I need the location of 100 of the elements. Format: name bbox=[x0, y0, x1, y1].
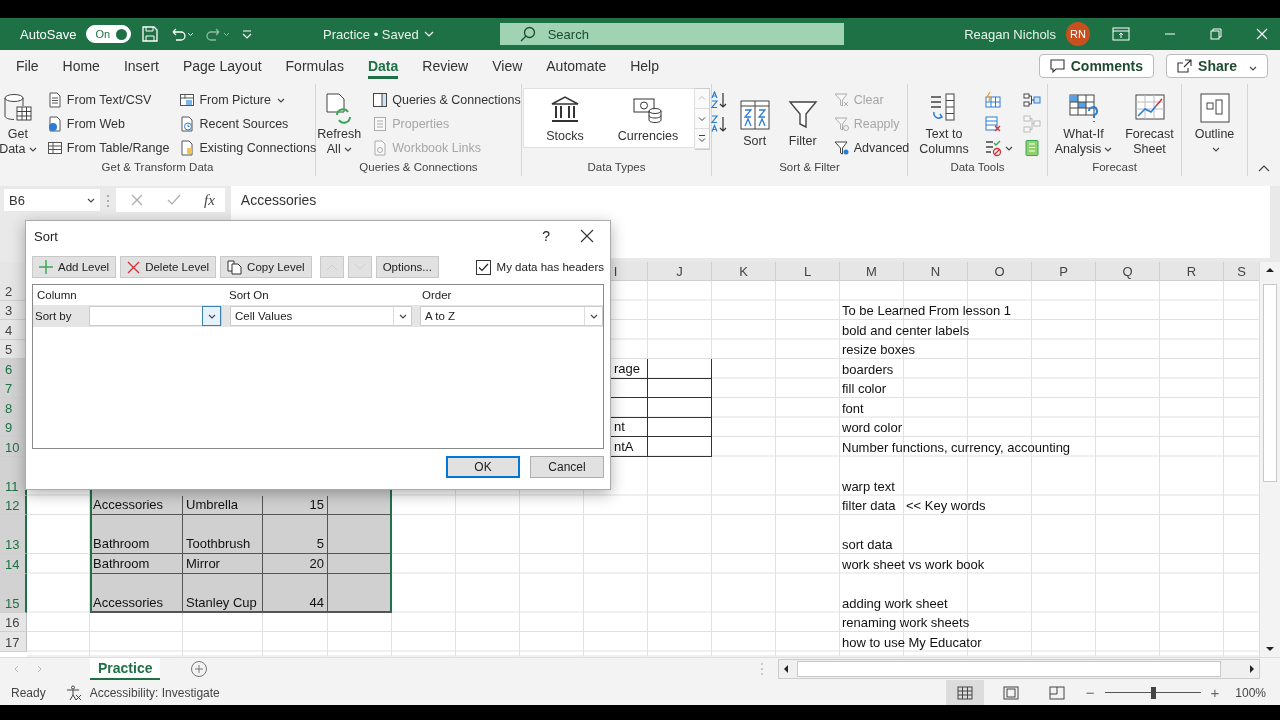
cell-text: work sheet vs work book bbox=[841, 555, 986, 574]
ribbon-button[interactable]: What-If Analysis bbox=[1050, 88, 1117, 160]
table-cell: Stanley Cup bbox=[183, 573, 263, 613]
group-label: Data Types bbox=[587, 161, 646, 175]
row-header[interactable]: 2 bbox=[0, 281, 27, 301]
row-header[interactable]: 10 bbox=[0, 437, 27, 457]
cell-text: Number functions, currency, accounting bbox=[841, 438, 1072, 457]
accessibility-status[interactable]: Accessibility: Investigate bbox=[89, 685, 220, 700]
ribbon-button[interactable]: Outline bbox=[1188, 88, 1241, 160]
row-header[interactable]: 6 bbox=[0, 359, 27, 379]
ribbon-button[interactable]: Sort bbox=[734, 88, 775, 160]
share-button[interactable]: Share bbox=[1166, 54, 1268, 78]
group-label: Sort & Filter bbox=[779, 161, 840, 175]
ribbon-button[interactable]: Stocks bbox=[530, 90, 600, 146]
column-header[interactable]: P bbox=[1032, 262, 1096, 281]
group-label: Forecast bbox=[1092, 161, 1137, 175]
cell-text: fill color bbox=[841, 380, 888, 398]
ribbon-tab[interactable]: Automate bbox=[534, 52, 619, 80]
cell-text: << Key words bbox=[905, 497, 987, 515]
ribbon-button[interactable]: Queries & Connections bbox=[369, 88, 524, 112]
group-label: Queries & Connections bbox=[359, 161, 478, 175]
search-field[interactable]: Search bbox=[499, 23, 844, 45]
ribbon-button[interactable]: Filter bbox=[778, 88, 827, 160]
zoom-out-button[interactable]: − bbox=[1083, 684, 1097, 701]
ribbon-button[interactable]: Currencies bbox=[608, 90, 688, 146]
ribbon-tab[interactable]: Home bbox=[50, 52, 112, 80]
column-header[interactable]: S bbox=[1224, 262, 1259, 281]
column-header[interactable]: R bbox=[1160, 262, 1224, 281]
cell-text: warp text bbox=[841, 477, 896, 496]
table-cell: Mirror bbox=[183, 554, 263, 574]
table-cell: Accessories bbox=[90, 573, 183, 613]
zoom-level[interactable]: 100% bbox=[1229, 685, 1280, 700]
row-header[interactable]: 17 bbox=[0, 632, 27, 652]
zoom-in-button[interactable]: + bbox=[1208, 684, 1222, 701]
dialog-title: Sort bbox=[34, 228, 58, 244]
cell-text: boarders bbox=[841, 360, 895, 379]
ribbon-button[interactable]: Get Data bbox=[0, 88, 40, 160]
table-cell: Umbrella bbox=[183, 495, 263, 515]
ribbon-button[interactable]: Text to Columns bbox=[911, 88, 977, 160]
column-header[interactable]: N bbox=[904, 262, 968, 281]
ribbon-tab[interactable]: Help bbox=[618, 52, 671, 80]
sort-on-dropdown[interactable]: Cell Values bbox=[230, 306, 412, 326]
user-name[interactable]: Reagan Nichols bbox=[964, 26, 1056, 42]
column-header[interactable]: L bbox=[776, 262, 840, 281]
ribbon-button[interactable]: Advanced bbox=[830, 136, 913, 160]
order-dropdown[interactable]: A to Z bbox=[420, 306, 603, 326]
table-cell: 15 bbox=[263, 495, 328, 515]
ribbon-button[interactable]: From Picture bbox=[176, 88, 320, 112]
group-label: Data Tools bbox=[950, 161, 1005, 175]
ok-button[interactable]: OK bbox=[446, 456, 520, 478]
row-header[interactable]: 15 bbox=[0, 573, 27, 613]
cancel-button[interactable]: Cancel bbox=[530, 456, 604, 478]
cell-text: how to use My Educator bbox=[841, 633, 983, 652]
sheet-tab[interactable]: Practice bbox=[90, 658, 161, 680]
table-cell: 5 bbox=[263, 515, 328, 554]
sort-level-row[interactable]: Sort by Cell Values A to Z bbox=[33, 305, 603, 327]
ribbon-tab[interactable]: Insert bbox=[111, 52, 171, 80]
row-header[interactable]: 4 bbox=[0, 320, 27, 340]
cell-text: To be Learned From lesson 1 bbox=[841, 302, 1013, 320]
dialog-button[interactable]: Delete Level bbox=[120, 256, 217, 278]
name-box[interactable]: B6 bbox=[4, 189, 100, 211]
ribbon-tab[interactable]: View bbox=[480, 52, 535, 80]
autosave-toggle[interactable]: On bbox=[86, 25, 132, 43]
cell-text: font bbox=[841, 399, 865, 418]
ribbon-tab[interactable]: Formulas bbox=[273, 52, 356, 80]
column-header[interactable]: M bbox=[840, 262, 904, 281]
comments-button[interactable]: Comments bbox=[1038, 54, 1155, 78]
column-header[interactable]: K bbox=[712, 262, 776, 281]
dialog-button[interactable]: Copy Level bbox=[220, 256, 312, 278]
column-heading: Order bbox=[422, 289, 452, 301]
column-header[interactable]: J bbox=[648, 262, 712, 281]
ribbon-button[interactable]: From Table/Range bbox=[43, 136, 173, 160]
cell-text: sort data bbox=[841, 536, 894, 554]
ribbon-button[interactable]: From Web bbox=[43, 112, 173, 136]
table-cell: Bathroom bbox=[90, 515, 183, 554]
ribbon-button[interactable]: Forecast Sheet bbox=[1120, 88, 1179, 160]
dialog-button[interactable]: Add Level bbox=[32, 256, 117, 278]
ribbon-tab[interactable]: Data bbox=[355, 52, 411, 80]
document-title[interactable]: Practice • Saved bbox=[323, 26, 434, 42]
insert-function-button[interactable]: fx bbox=[204, 191, 215, 209]
cell-text: adding work sheet bbox=[841, 594, 949, 613]
column-header[interactable]: Q bbox=[1096, 262, 1160, 281]
help-button[interactable]: ? bbox=[542, 228, 550, 244]
column-header[interactable]: O bbox=[968, 262, 1032, 281]
row-header[interactable]: 14 bbox=[0, 554, 27, 574]
avatar[interactable]: RN bbox=[1066, 22, 1090, 46]
level-label: Sort by bbox=[35, 310, 73, 322]
ribbon-tab[interactable]: Review bbox=[410, 52, 481, 80]
row-header[interactable]: 8 bbox=[0, 398, 27, 418]
cell-text: renaming work sheets bbox=[841, 614, 971, 632]
ribbon-button[interactable]: From Text/CSV bbox=[43, 88, 173, 112]
dialog-button[interactable]: Options... bbox=[375, 256, 439, 278]
ribbon-tab[interactable]: Page Layout bbox=[170, 52, 274, 80]
ribbon-tab[interactable]: File bbox=[4, 52, 51, 80]
table-cell: Toothbrush bbox=[183, 515, 263, 554]
row-header[interactable]: 13 bbox=[0, 515, 27, 554]
table-cell: Accessories bbox=[90, 495, 183, 515]
cell-text: bold and center labels bbox=[841, 321, 971, 340]
table-cell: 20 bbox=[263, 554, 328, 574]
column-heading: Column bbox=[36, 289, 78, 301]
